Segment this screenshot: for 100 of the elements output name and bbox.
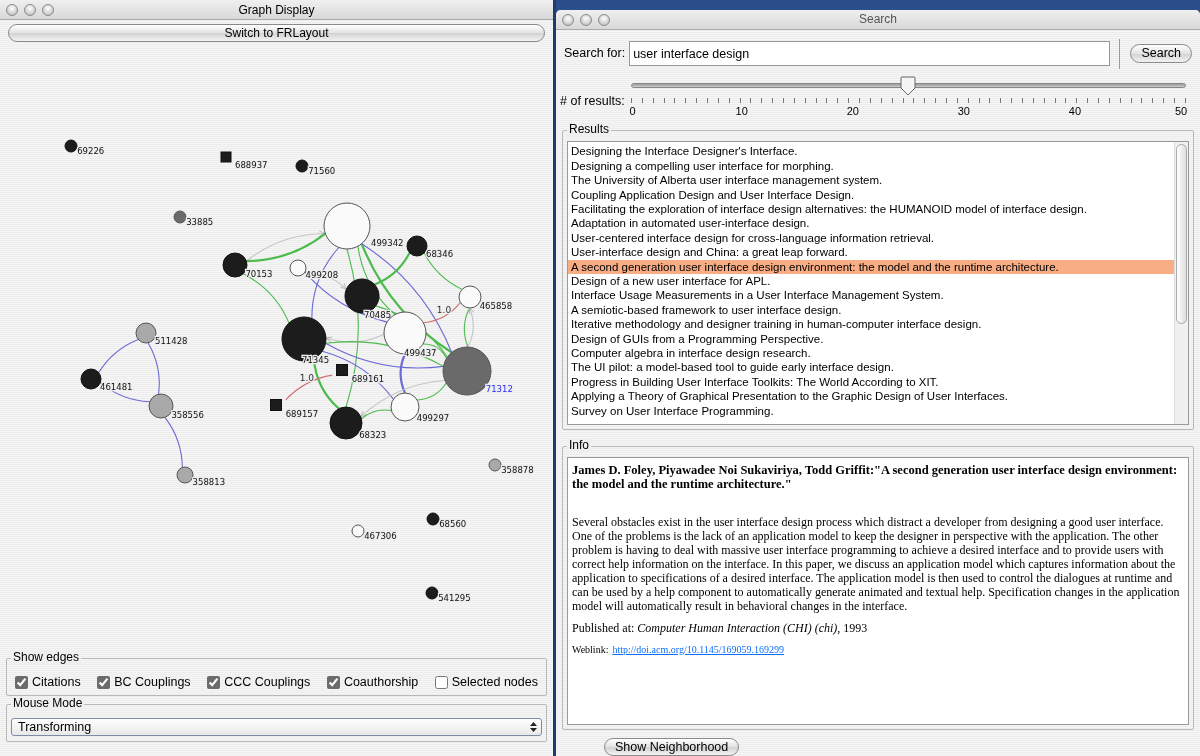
minimize-button[interactable]: [24, 4, 36, 16]
result-item[interactable]: Interface Usage Measurements in a User Interface Management System.: [568, 288, 1174, 303]
graph-node[interactable]: [176, 466, 194, 484]
scrollbar[interactable]: [1174, 142, 1188, 424]
node-label: 358556: [171, 410, 204, 421]
checkbox[interactable]: [97, 675, 111, 689]
paper-heading: James D. Foley, Piyawadee Noi Sukaviriya, Todd Griffit:"A second generation user interface design environment: the model and the runtime architecture.": [572, 462, 1179, 491]
result-item[interactable]: Design of a new user interface for APL.: [568, 274, 1174, 289]
graph-node[interactable]: [488, 458, 502, 472]
graph-node[interactable]: [336, 364, 348, 376]
result-item[interactable]: User-interface design and China: a great leap forward.: [568, 245, 1174, 260]
node-label: 70153: [245, 269, 273, 280]
slider-thumb[interactable]: [900, 75, 917, 96]
slider-label: # of results:: [560, 92, 625, 110]
checkbox-label[interactable]: CCC Couplings: [224, 673, 311, 692]
graph-node[interactable]: [295, 159, 309, 173]
updown-arrows-icon: [529, 721, 538, 733]
checkbox-label[interactable]: Selected nodes: [451, 673, 538, 692]
tick-label: 40: [1068, 103, 1082, 119]
graph-node[interactable]: [425, 586, 439, 600]
weblink-label: Weblink:: [572, 642, 609, 657]
slider-track[interactable]: [630, 82, 1186, 88]
graph-edge: [463, 307, 475, 348]
result-item[interactable]: Designing the Interface Designer's Interface.: [568, 144, 1174, 159]
layout-button[interactable]: Switch to FRLayout: [8, 24, 545, 42]
search-button[interactable]: Search: [1130, 44, 1192, 64]
graph-node[interactable]: [222, 252, 248, 278]
node-label: 358813: [192, 476, 226, 487]
graph-edge: [164, 416, 183, 468]
minimize-button[interactable]: [580, 14, 592, 26]
show-neighborhood-button[interactable]: Show Neighborhood: [604, 738, 740, 756]
tick-label: 30: [957, 103, 970, 119]
checkbox[interactable]: [326, 675, 340, 689]
close-button[interactable]: [6, 4, 18, 16]
window-title: Search: [859, 11, 897, 29]
node-label: 499297: [416, 412, 450, 423]
tick-label: 20: [846, 103, 859, 119]
mode-dropdown[interactable]: Transforming: [11, 718, 542, 736]
result-item[interactable]: Facilitating the exploration of interface design alternatives: the HUMANOID model of interface design.: [568, 202, 1174, 217]
graph-node[interactable]: [281, 316, 327, 362]
window-title: Graph Display: [238, 1, 315, 19]
scroll-thumb[interactable]: [1176, 144, 1187, 325]
result-item[interactable]: Applying a Theory of Graphical Presentation to the Graphic Design of User Interfaces.: [568, 389, 1174, 404]
node-label: 689157: [285, 408, 319, 419]
node-label: 461481: [100, 382, 133, 392]
group-label: Info: [567, 437, 591, 452]
group-label: Mouse Mode: [11, 696, 85, 710]
group-label: Show edges: [11, 650, 82, 664]
node-label: 689161: [351, 373, 385, 384]
graph-node[interactable]: [458, 285, 482, 309]
result-item[interactable]: User-centered interface design for cross-language information retrieval.: [568, 230, 1174, 246]
result-item[interactable]: Computer algebra in interface design research.: [568, 346, 1174, 361]
close-button[interactable]: [562, 14, 574, 26]
node-label: 499342: [371, 238, 404, 248]
node-label: 499208: [305, 269, 339, 280]
checkbox-label[interactable]: BC Couplings: [114, 673, 191, 692]
group-label: Results: [567, 122, 611, 137]
graph-node[interactable]: [406, 235, 428, 257]
result-item[interactable]: Adaptation in automated user-interface design.: [568, 216, 1174, 231]
tick-label: 50: [1174, 103, 1188, 119]
checkbox[interactable]: [207, 675, 221, 689]
checkbox-label[interactable]: Citations: [32, 673, 81, 692]
graph-node[interactable]: [64, 139, 78, 153]
node-label: 69226: [77, 146, 105, 157]
checkbox-label[interactable]: Coauthorship: [343, 673, 419, 692]
result-item[interactable]: A second generation user interface design environment: the model and the runtime architecture.: [568, 259, 1174, 275]
result-item[interactable]: The UI pilot: a model-based tool to guide early interface design.: [568, 360, 1174, 375]
graph-node[interactable]: [426, 512, 440, 526]
zoom-button[interactable]: [42, 4, 54, 16]
result-item[interactable]: A semiotic-based framework to user interface design.: [568, 302, 1174, 318]
result-item[interactable]: Designing a compelling user interface for morphing.: [568, 158, 1174, 174]
field-label: Search for:: [564, 45, 626, 63]
result-item[interactable]: Coupling Application Design and User Interface Design.: [568, 187, 1174, 202]
result-item[interactable]: Survey on User Interface Programming.: [568, 403, 1174, 419]
edge-label: 1.0: [436, 305, 452, 316]
node-label: 68560: [439, 519, 467, 530]
graph-node[interactable]: [148, 393, 174, 419]
checkbox[interactable]: [15, 675, 28, 689]
zoom-button[interactable]: [598, 14, 610, 26]
result-item[interactable]: Design of GUIs from a Programming Perspective.: [568, 331, 1174, 347]
checkbox[interactable]: [434, 675, 448, 689]
graph-node[interactable]: [323, 202, 371, 250]
result-item[interactable]: Iterative methodology and designer training in human-computer interface design.: [568, 317, 1174, 332]
graph-node[interactable]: [289, 259, 307, 277]
graph-node[interactable]: [135, 322, 157, 344]
graph-node[interactable]: [173, 210, 187, 224]
weblink[interactable]: http://doi.acm.org/10.1145/169059.169299: [612, 642, 785, 657]
node-label: 71560: [308, 166, 336, 177]
graph-node[interactable]: [270, 399, 282, 411]
graph-node[interactable]: [80, 368, 102, 390]
result-item[interactable]: The University of Alberta user interface management system.: [568, 173, 1174, 188]
node-label: 358878: [501, 465, 534, 476]
edge-label: 1.0: [299, 372, 315, 383]
node-label: 68323: [359, 430, 387, 441]
search-field[interactable]: user interface design: [629, 41, 1111, 67]
node-label: 541295: [438, 593, 471, 604]
graph-node[interactable]: [220, 151, 232, 163]
result-item[interactable]: Progress in Building User Interface Toolkits: The World According to XIT.: [568, 374, 1174, 390]
graph-node[interactable]: [351, 524, 365, 538]
tick-label: 10: [735, 103, 748, 119]
